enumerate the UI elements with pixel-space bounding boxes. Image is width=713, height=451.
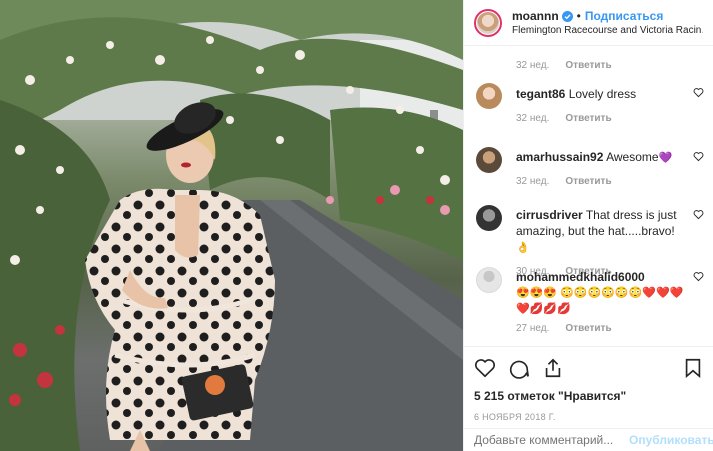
commenter-username[interactable]: cirrusdriver xyxy=(516,208,583,222)
follow-button[interactable]: Подписаться xyxy=(585,9,663,23)
post-sidebar: moannn • Подписаться Flemington Racecour… xyxy=(463,0,713,451)
header-separator: • xyxy=(576,9,581,23)
comment-item: mohammedkhalid6000 😍😍😍 😳😳😳😳😳😳❤️❤️❤️ ❤️💋💋… xyxy=(464,267,713,343)
publish-button[interactable]: Опубликовать xyxy=(629,433,713,447)
comment-time: 32 нед. xyxy=(516,113,550,124)
heart-icon[interactable] xyxy=(474,357,496,379)
heart-icon[interactable] xyxy=(693,87,704,98)
post-photo-illustration xyxy=(0,0,463,451)
comment-icon[interactable] xyxy=(508,357,530,379)
comment-meta-top: 32 нед. Ответить xyxy=(464,47,713,83)
reply-button[interactable]: Ответить xyxy=(565,176,611,187)
comment-item: amarhussain92 Awesome💜 32 нед. Ответить xyxy=(464,147,713,205)
author-username[interactable]: moannn xyxy=(512,9,559,23)
comment-emoji: 💜 xyxy=(658,152,673,164)
heart-icon[interactable] xyxy=(693,271,704,282)
commenter-username[interactable]: mohammedkhalid6000 xyxy=(516,270,645,284)
location-link[interactable]: Flemington Racecourse and Victoria Racin… xyxy=(512,25,703,36)
comment-emoji: 👌 xyxy=(516,242,530,254)
post-photo[interactable] xyxy=(0,0,463,451)
commenter-avatar[interactable] xyxy=(476,267,502,293)
commenter-username[interactable]: tegant86 xyxy=(516,87,565,101)
comment-time: 27 нед. xyxy=(516,323,550,334)
commenter-username[interactable]: amarhussain92 xyxy=(516,150,603,164)
add-comment-bar: Опубликовать xyxy=(464,428,713,451)
comment-emoji: 😍😍😍 😳😳😳😳😳😳❤️❤️❤️ ❤️💋💋💋 xyxy=(516,287,684,315)
comment-text: Awesome xyxy=(606,150,659,164)
post-actions: 5 215 отметок "Нравится" 6 НОЯБРЯ 2018 Г… xyxy=(464,346,713,422)
reply-button[interactable]: Ответить xyxy=(565,60,611,71)
commenter-avatar[interactable] xyxy=(476,147,502,173)
share-icon[interactable] xyxy=(542,357,564,379)
comment-input[interactable] xyxy=(474,433,629,447)
heart-icon[interactable] xyxy=(693,209,704,220)
post-header: moannn • Подписаться Flemington Racecour… xyxy=(464,0,713,46)
comment-item: cirrusdriver That dress is just amazing,… xyxy=(464,205,713,277)
author-avatar[interactable] xyxy=(474,8,502,37)
heart-icon[interactable] xyxy=(693,151,704,162)
reply-button[interactable]: Ответить xyxy=(565,323,611,334)
bookmark-icon[interactable] xyxy=(682,357,704,379)
likes-count[interactable]: 5 215 отметок "Нравится" xyxy=(474,389,704,403)
reply-button[interactable]: Ответить xyxy=(565,113,611,124)
verified-icon xyxy=(561,10,573,22)
comment-time: 32 нед. xyxy=(516,59,550,71)
commenter-avatar[interactable] xyxy=(476,83,502,109)
comment-time: 32 нед. xyxy=(516,176,550,187)
comment-item: tegant86 Lovely dress 32 нед. Ответить xyxy=(464,83,713,147)
commenter-avatar[interactable] xyxy=(476,205,502,231)
comment-text: Lovely dress xyxy=(568,87,637,101)
post-date: 6 НОЯБРЯ 2018 Г. xyxy=(474,412,556,422)
comments-list[interactable]: 32 нед. Ответить tegant86 Lovely dress 3… xyxy=(464,47,713,345)
